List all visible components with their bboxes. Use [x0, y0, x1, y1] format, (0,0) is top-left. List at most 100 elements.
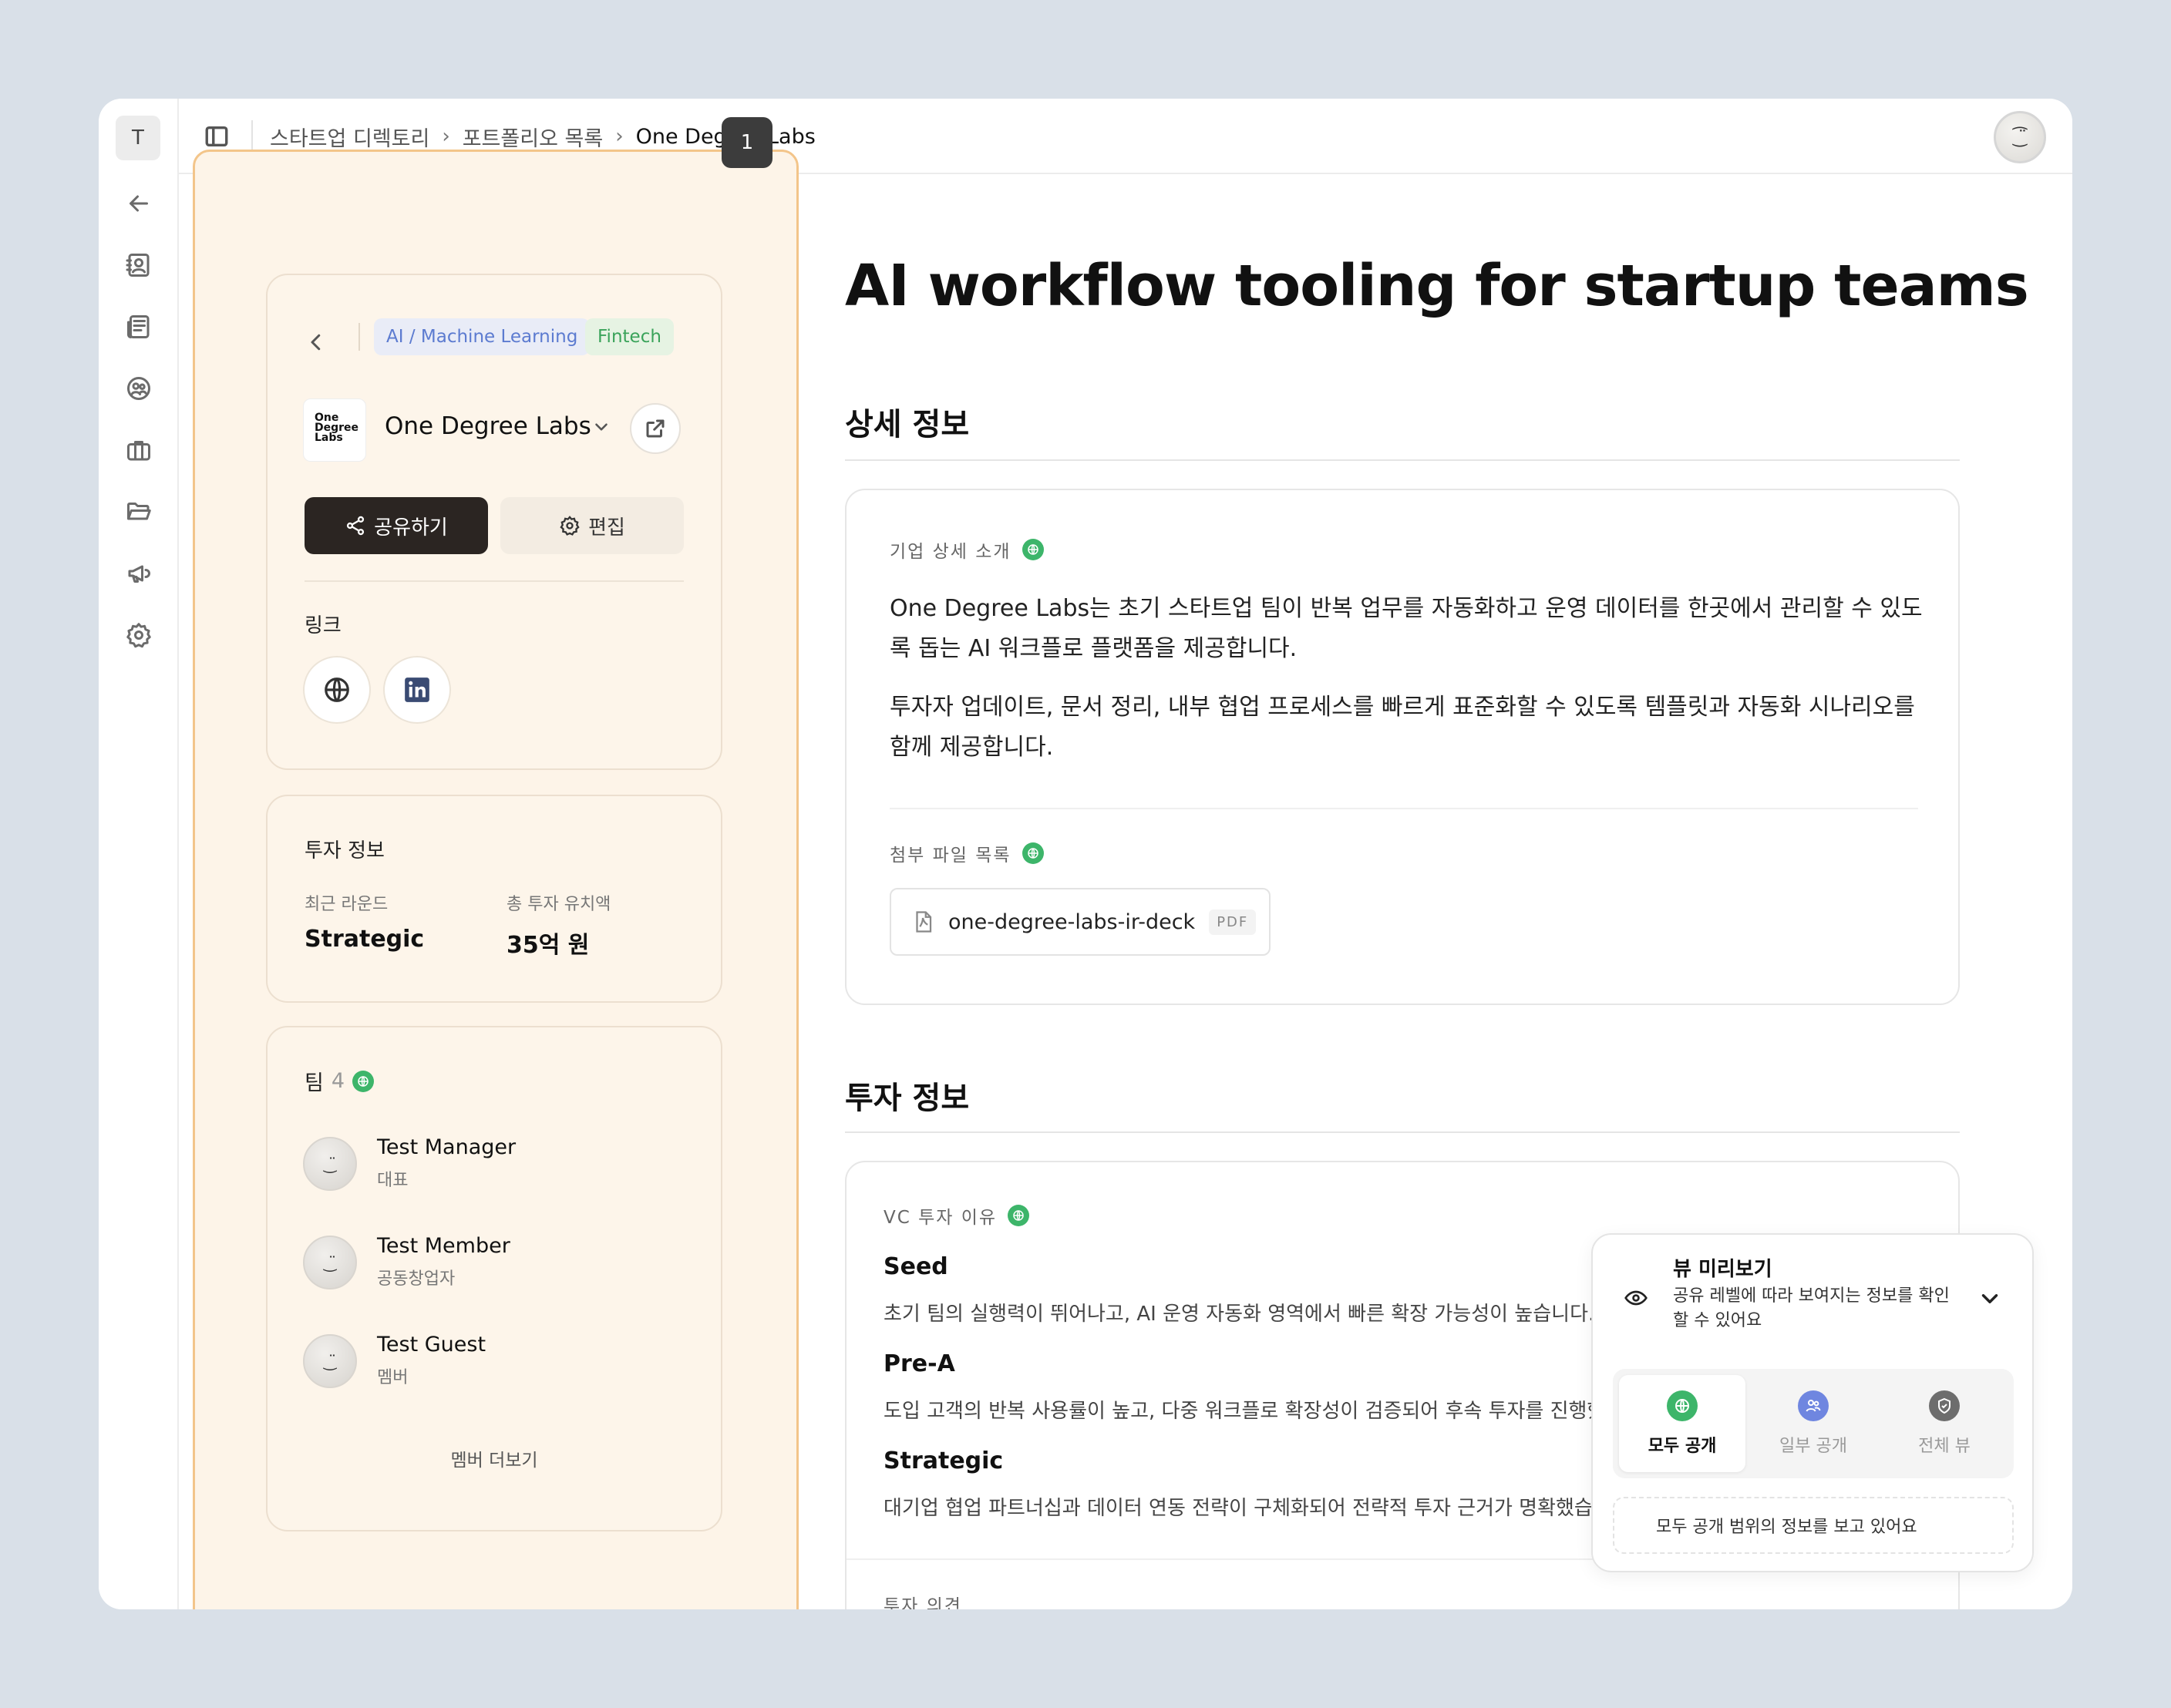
member-name: Test Manager	[377, 1135, 517, 1159]
globe-icon	[325, 677, 349, 702]
chevron-left-icon[interactable]	[305, 331, 328, 354]
divider	[845, 1131, 1960, 1133]
divider	[358, 323, 360, 351]
detail-paragraph: 투자자 업데이트, 문서 정리, 내부 협업 프로세스를 빠르게 표준화할 수 …	[890, 688, 1923, 768]
round-desc: 대기업 협업 파트너십과 데이터 연동 전략이 구체화되어 전략적 투자 근거가…	[884, 1497, 1593, 1520]
file-name: one-degree-labs-ir-deck	[948, 909, 1196, 934]
tag-ai-ml: AI / Machine Learning	[374, 318, 591, 355]
divider	[251, 120, 253, 153]
company-sidebar-panel: AI / Machine Learning Fintech One Degree…	[193, 150, 799, 1609]
detail-heading: 상세 정보	[845, 407, 970, 442]
tab-label: 모두 공개	[1648, 1437, 1717, 1456]
chevron-down-icon[interactable]	[591, 417, 611, 440]
investment-heading: 투자 정보	[845, 1081, 970, 1116]
step-badge: 1	[722, 117, 772, 168]
globe-icon	[1667, 1390, 1698, 1421]
avatar-face: ⁐̈	[2013, 127, 2027, 147]
icon-rail: T	[99, 99, 179, 1609]
folder-icon[interactable]	[123, 496, 154, 527]
external-link-button[interactable]	[630, 403, 681, 454]
team-card: 팀 4 ‿̈ Test Manager 대표 ‿̈ Test Member 공동…	[266, 1026, 722, 1531]
recent-round-label: 최근 라운드	[305, 895, 389, 914]
round-desc: 도입 고객의 반복 사용률이 높고, 다중 워크플로 확장성이 검증되어 후속 …	[884, 1400, 1606, 1423]
company-logo: One Degree Labs	[303, 398, 366, 462]
tab-public[interactable]: 모두 공개	[1619, 1375, 1745, 1472]
detail-card: 기업 상세 소개 One Degree Labs는 초기 스타트업 팀이 반복 …	[845, 489, 1960, 1005]
chevron-right-icon: ›	[615, 125, 624, 148]
total-raised-label: 총 투자 유치액	[507, 895, 611, 914]
member-role: 공동창업자	[377, 1269, 456, 1289]
avatar: ‿̈	[303, 1334, 357, 1388]
paragraph-line: One Degree Labs는 초기 스타트업 팀이 반복 업무를 자동화하고…	[890, 595, 1923, 622]
tab-full-view[interactable]: 전체 뷰	[1881, 1375, 2008, 1472]
divider	[305, 580, 684, 582]
more-members-button[interactable]: 멤버 더보기	[268, 1445, 721, 1471]
briefcase-icon[interactable]	[123, 435, 154, 466]
avatar: ‿̈	[303, 1137, 357, 1191]
tab-partial[interactable]: 일부 공개	[1750, 1375, 1876, 1472]
detail-paragraph: One Degree Labs는 초기 스타트업 팀이 반복 업무를 자동화하고…	[890, 589, 1923, 669]
share-level-tabs: 모두 공개 일부 공개 전체 뷰	[1613, 1369, 2014, 1478]
field-label-text: 투자 의견	[884, 1596, 962, 1609]
contacts-icon[interactable]	[123, 250, 154, 281]
field-label-text: 기업 상세 소개	[890, 542, 1011, 562]
share-icon	[347, 516, 365, 536]
website-link-button[interactable]	[303, 656, 371, 724]
eye-icon	[1624, 1286, 1650, 1312]
round-name: Strategic	[884, 1447, 1004, 1474]
preview-title: 뷰 미리보기	[1673, 1258, 1772, 1281]
team-title: 팀	[305, 1071, 324, 1095]
detail-intro-label: 기업 상세 소개	[890, 536, 1044, 563]
arrow-left-icon[interactable]	[123, 188, 154, 219]
app-window: T 스타트업 디렉토리 › 포트폴리오 목록 › One Labs ⁐̈ 1 A…	[99, 99, 2072, 1609]
chevron-right-icon: ›	[442, 125, 450, 148]
team-header: 팀 4	[305, 1066, 375, 1096]
tab-label: 일부 공개	[1779, 1437, 1847, 1456]
megaphone-icon[interactable]	[123, 558, 154, 589]
news-icon[interactable]	[123, 311, 154, 342]
external-link-icon	[646, 419, 665, 438]
tab-label: 전체 뷰	[1918, 1437, 1971, 1456]
pdf-file-icon	[916, 911, 932, 933]
company-profile-card: AI / Machine Learning Fintech One Degree…	[266, 274, 722, 770]
people-circle-icon[interactable]	[123, 373, 154, 404]
user-avatar[interactable]: ⁐̈	[1994, 111, 2046, 163]
field-label-text: 첨부 파일 목록	[890, 846, 1011, 866]
attachment-file[interactable]: one-degree-labs-ir-deck PDF	[890, 888, 1271, 956]
linkedin-link-button[interactable]	[383, 656, 451, 724]
paragraph-line: 함께 제공합니다.	[890, 734, 1054, 761]
settings-icon[interactable]	[123, 620, 154, 651]
preview-note: 모두 공개 범위의 정보를 보고 있어요	[1613, 1497, 2014, 1554]
preview-subtitle: 공유 레벨에 따라 보여지는 정보를 확인할 수 있어요	[1673, 1286, 1950, 1330]
recent-round-value: Strategic	[305, 926, 425, 953]
sidebar-toggle-icon[interactable]	[204, 123, 231, 151]
public-globe-icon	[1022, 539, 1044, 560]
field-label-text: VC 투자 이유	[884, 1208, 998, 1228]
users-icon	[1798, 1390, 1829, 1421]
investment-summary-title: 투자 정보	[305, 839, 385, 862]
shield-icon	[1929, 1390, 1960, 1421]
edit-label: 편집	[588, 516, 625, 540]
divider	[845, 459, 1960, 461]
member-name: Test Member	[377, 1234, 510, 1258]
company-name[interactable]: One Degree Labs	[385, 412, 591, 440]
page-title: AI workflow tooling for startup teams	[845, 253, 2029, 319]
round-desc: 초기 팀의 실행력이 뛰어나고, AI 운영 자동화 영역에서 빠른 확장 가능…	[884, 1303, 1595, 1326]
member-role: 대표	[377, 1171, 409, 1190]
breadcrumb-item-directory[interactable]: 스타트업 디렉토리	[270, 122, 429, 152]
member-role: 멤버	[377, 1368, 409, 1387]
tag-fintech: Fintech	[585, 318, 674, 355]
team-count: 4	[331, 1069, 345, 1093]
paragraph-line: 투자자 업데이트, 문서 정리, 내부 협업 프로세스를 빠르게 표준화할 수 …	[890, 694, 1915, 721]
total-raised-value: 35억 원	[507, 932, 590, 959]
vc-reason-label: VC 투자 이유	[884, 1202, 1030, 1229]
edit-button[interactable]: 편집	[500, 497, 684, 554]
avatar: ‿̈	[303, 1236, 357, 1289]
workspace-avatar[interactable]: T	[116, 116, 160, 160]
chevron-down-icon[interactable]	[1977, 1286, 2003, 1315]
breadcrumb-item-portfolio[interactable]: 포트폴리오 목록	[463, 122, 603, 152]
share-button[interactable]: 공유하기	[305, 497, 488, 554]
linkedin-icon	[405, 677, 429, 702]
logo-line: Labs	[315, 432, 343, 444]
links-label: 링크	[305, 614, 342, 637]
